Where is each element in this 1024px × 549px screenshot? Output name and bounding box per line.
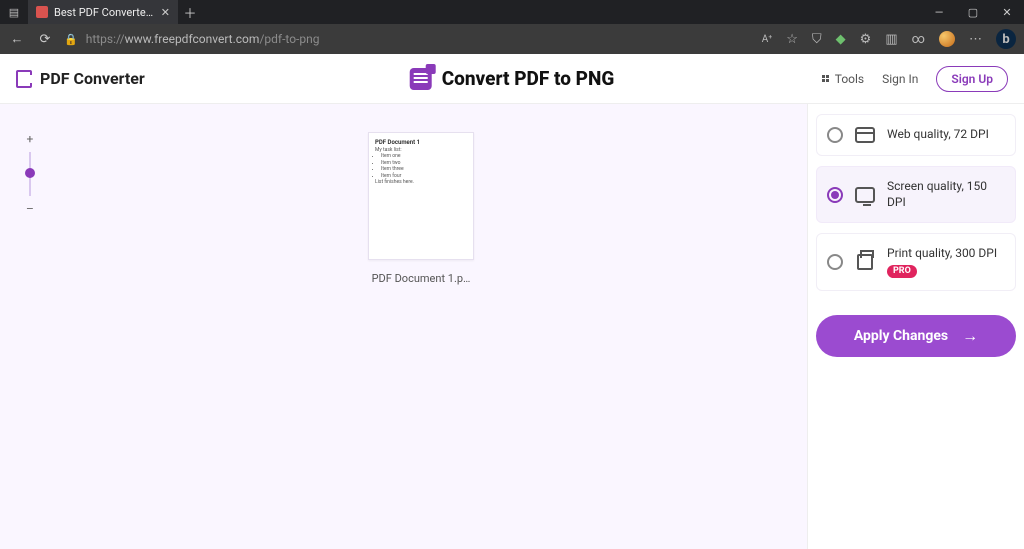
document-page-preview: PDF Document 1 My task list: Item one It… xyxy=(368,132,474,260)
brand-link[interactable]: PDF Converter xyxy=(16,69,145,88)
zoom-in-button[interactable]: + xyxy=(27,132,34,146)
option-label: Web quality, 72 DPI xyxy=(887,127,989,143)
browser-titlebar: ▤ Best PDF Converter: Create, Con… ✕ ＋ ―… xyxy=(0,0,1024,24)
more-icon[interactable]: ⋯ xyxy=(969,32,982,47)
signin-link[interactable]: Sign In xyxy=(882,72,918,86)
close-icon[interactable]: ✕ xyxy=(161,6,170,19)
page-title-icon xyxy=(410,68,432,90)
favorite-icon[interactable]: ☆ xyxy=(786,32,798,47)
quality-option-web[interactable]: Web quality, 72 DPI xyxy=(816,114,1016,156)
collections-icon[interactable]: ▥ xyxy=(885,32,897,47)
window-maximize-icon[interactable]: ▢ xyxy=(956,6,990,19)
workspace: + – PDF Document 1 My task list: Item on… xyxy=(0,104,1024,549)
shield-icon[interactable]: ⛉ xyxy=(812,32,822,47)
zoom-slider[interactable] xyxy=(29,152,31,196)
radio-icon xyxy=(827,254,843,270)
lock-icon: 🔒 xyxy=(64,33,78,46)
sync-icon[interactable]: ∞ xyxy=(912,32,925,47)
site-header: PDF Converter Convert PDF to PNG Tools S… xyxy=(0,54,1024,104)
browser-window-icon xyxy=(855,127,875,143)
window-minimize-icon[interactable]: ― xyxy=(922,6,956,19)
page-title: Convert PDF to PNG xyxy=(442,67,615,90)
quality-option-screen[interactable]: Screen quality, 150 DPI xyxy=(816,166,1016,223)
zoom-thumb[interactable] xyxy=(25,168,35,178)
zoom-control: + – xyxy=(26,132,34,216)
browser-tab[interactable]: Best PDF Converter: Create, Con… ✕ xyxy=(28,0,178,24)
browser-address-bar: ← ⟳ 🔒 https://www.freepdfconvert.com/pdf… xyxy=(0,24,1024,54)
url-text: https://www.freepdfconvert.com/pdf-to-pn… xyxy=(86,32,320,46)
document-filename: PDF Document 1.p… xyxy=(368,272,474,285)
tab-overview-icon[interactable]: ▤ xyxy=(0,6,28,19)
zoom-out-button[interactable]: – xyxy=(26,202,34,216)
favicon-icon xyxy=(36,6,48,18)
radio-icon xyxy=(827,127,843,143)
tools-menu[interactable]: Tools xyxy=(822,72,864,86)
url-field[interactable]: 🔒 https://www.freepdfconvert.com/pdf-to-… xyxy=(64,32,752,46)
reader-icon[interactable]: A⁺ xyxy=(762,34,773,45)
options-sidebar: Web quality, 72 DPI Screen quality, 150 … xyxy=(808,104,1024,549)
option-label: Screen quality, 150 DPI xyxy=(887,179,1005,210)
tab-title: Best PDF Converter: Create, Con… xyxy=(54,6,155,19)
tools-label: Tools xyxy=(835,72,864,86)
brand-icon xyxy=(16,70,32,88)
radio-icon xyxy=(827,187,843,203)
brand-label: PDF Converter xyxy=(40,69,145,88)
arrow-right-icon: → xyxy=(962,326,978,346)
apply-label: Apply Changes xyxy=(854,328,948,344)
back-icon[interactable]: ← xyxy=(8,31,26,47)
security-icon[interactable]: ◆ xyxy=(836,32,846,47)
profile-avatar-icon[interactable] xyxy=(939,31,955,47)
option-label: Print quality, 300 DPI PRO xyxy=(887,246,997,278)
pro-badge: PRO xyxy=(887,265,917,279)
document-thumbnail[interactable]: PDF Document 1 My task list: Item one It… xyxy=(368,132,474,285)
refresh-icon[interactable]: ⟳ xyxy=(36,32,54,47)
canvas-area: + – PDF Document 1 My task list: Item on… xyxy=(0,104,808,549)
signup-button[interactable]: Sign Up xyxy=(936,66,1008,92)
grid-icon xyxy=(822,75,829,82)
apply-changes-button[interactable]: Apply Changes → xyxy=(816,315,1016,357)
printer-icon xyxy=(855,254,875,270)
window-close-icon[interactable]: ✕ xyxy=(990,6,1024,19)
bing-icon[interactable]: b xyxy=(996,29,1016,49)
monitor-icon xyxy=(855,187,875,203)
quality-option-print[interactable]: Print quality, 300 DPI PRO xyxy=(816,233,1016,291)
new-tab-button[interactable]: ＋ xyxy=(178,3,202,22)
extensions-icon[interactable]: ⚙ xyxy=(860,32,872,47)
